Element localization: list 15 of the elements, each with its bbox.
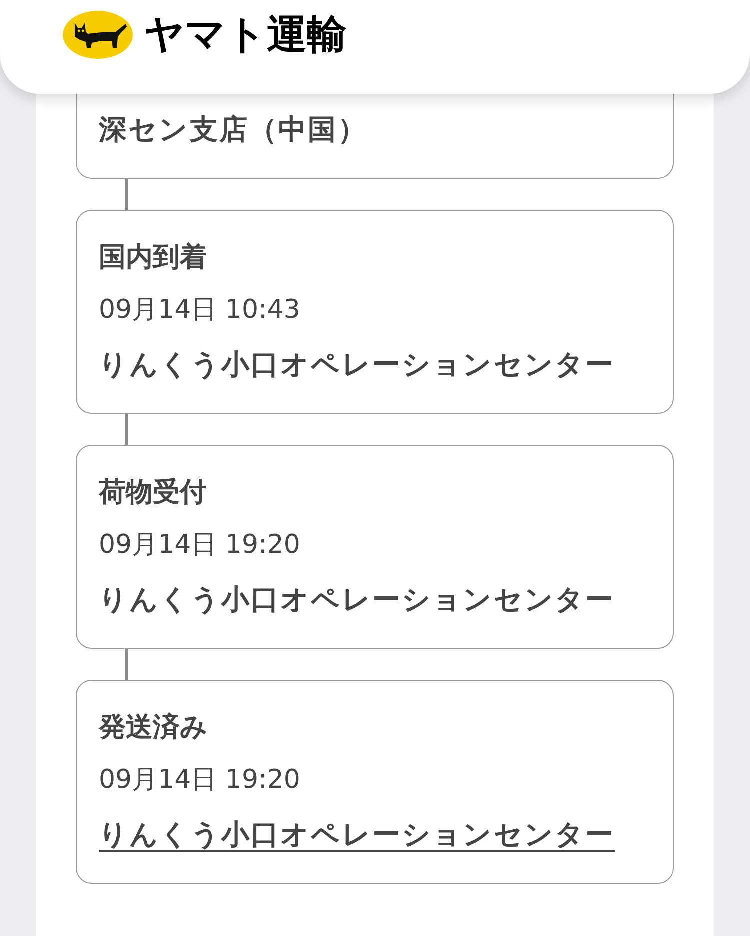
event-location: 深セン支店（中国） bbox=[99, 112, 368, 148]
event-time: 09月14日 10:43 bbox=[99, 294, 300, 327]
event-status: 国内到着 bbox=[99, 241, 207, 275]
event-location: りんくう小口オペレーションセンター bbox=[99, 347, 616, 383]
event-location: りんくう小口オペレーションセンター bbox=[99, 582, 616, 618]
location-link[interactable]: りんくう小口オペレーションセンター bbox=[99, 816, 616, 854]
logo-text: ヤマト運輸 bbox=[144, 13, 347, 57]
timeline-connector bbox=[125, 179, 128, 210]
timeline-connector bbox=[125, 649, 128, 680]
cat-emblem-icon bbox=[62, 10, 134, 60]
timeline-connector bbox=[125, 414, 128, 445]
event-status: 発送済み bbox=[99, 711, 208, 745]
event-time: 09月14日 19:20 bbox=[99, 529, 300, 562]
event-status: 荷物受付 bbox=[99, 476, 207, 510]
event-time: 09月14日 19:20 bbox=[99, 764, 300, 797]
